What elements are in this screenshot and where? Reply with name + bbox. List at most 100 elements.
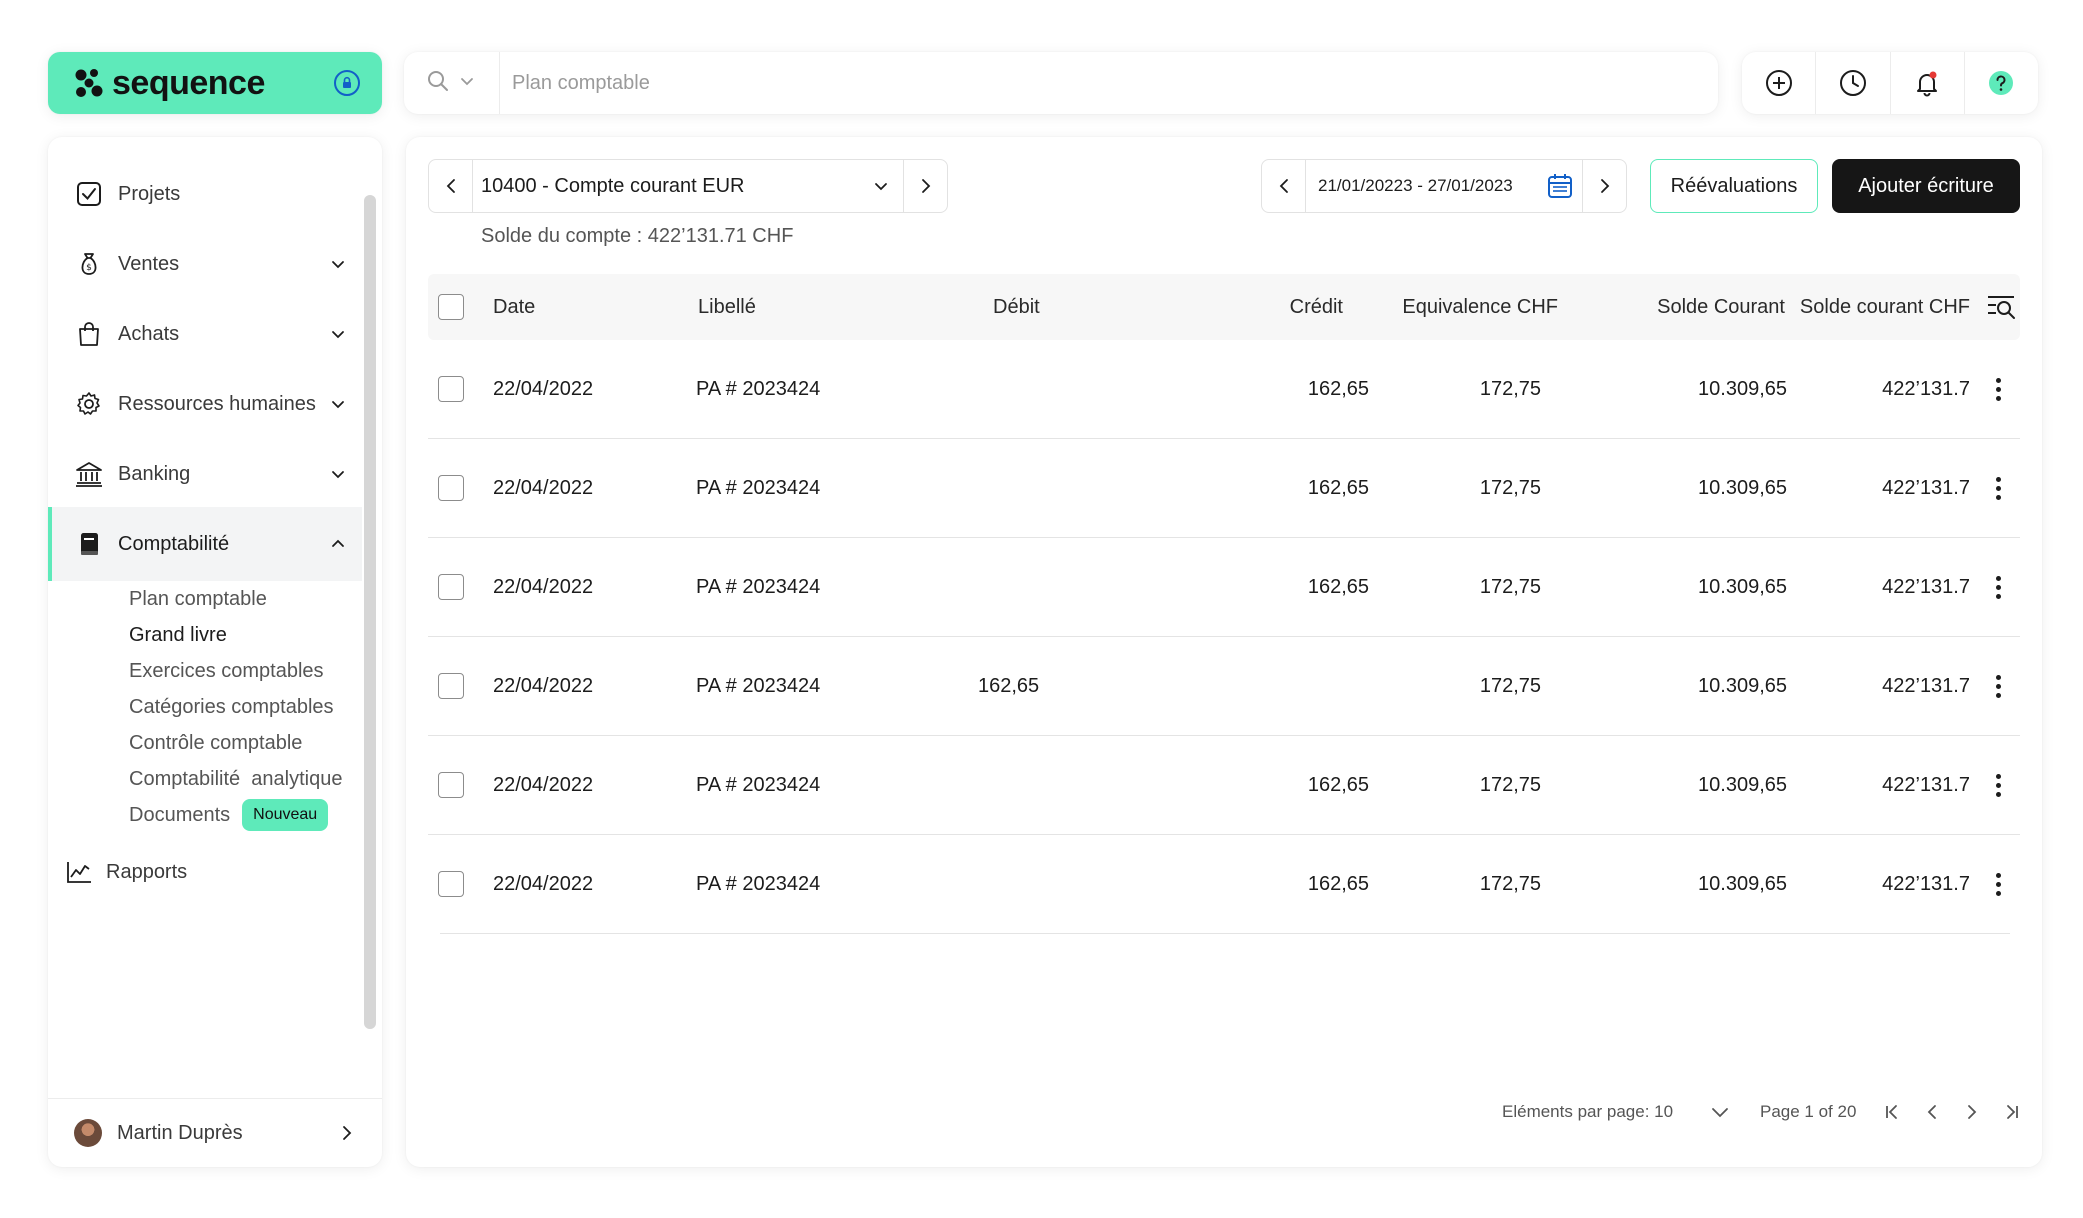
row-menu-icon[interactable] xyxy=(1988,671,2008,701)
last-page-icon[interactable] xyxy=(2000,1097,2024,1127)
table-row[interactable]: 22/04/2022 PA # 2023424 162,65 172,75 10… xyxy=(428,538,2020,637)
svg-text:$: $ xyxy=(86,263,92,273)
cell-equivalence-chf: 172,75 xyxy=(1479,377,1541,400)
table-row[interactable]: 22/04/2022 PA # 2023424 162,65 172,75 10… xyxy=(428,637,2020,736)
row-menu-icon[interactable] xyxy=(1988,770,2008,800)
add-entry-button[interactable]: Ajouter écriture xyxy=(1832,159,2020,213)
sidebar-subitem-comptabilite-analytique[interactable]: Comptabilité analytique xyxy=(129,764,342,794)
sidebar-item-rapports[interactable]: Rapports xyxy=(48,847,362,897)
sidebar-item-label: Rapports xyxy=(106,860,188,883)
cell-equivalence-chf: 172,75 xyxy=(1479,674,1541,697)
date-range-field[interactable]: 21/01/20223 - 27/01/2023 xyxy=(1306,160,1582,212)
user-profile[interactable]: Martin Duprès xyxy=(48,1098,382,1167)
gear-icon xyxy=(74,389,104,419)
chevron-down-icon xyxy=(328,464,348,484)
next-account-button[interactable] xyxy=(903,160,947,212)
account-dropdown[interactable]: 10400 - Compte courant EUR xyxy=(473,160,903,212)
sidebar-item-label: Achats xyxy=(118,322,180,345)
sidebar-subitem-controle-comptable[interactable]: Contrôle comptable xyxy=(129,728,302,758)
history-clock-icon[interactable] xyxy=(1816,52,1891,114)
column-header-debit[interactable]: Débit xyxy=(993,292,1040,322)
account-selector: 10400 - Compte courant EUR xyxy=(428,159,948,213)
column-header-equivalence-chf[interactable]: Equivalence CHF xyxy=(1328,292,1558,322)
column-header-libelle[interactable]: Libellé xyxy=(698,292,756,322)
cell-solde-courant-chf: 422’131.7 xyxy=(1882,773,1970,796)
cell-solde-courant-chf: 422’131.7 xyxy=(1882,377,1970,400)
row-menu-icon[interactable] xyxy=(1988,473,2008,503)
chevron-down-icon xyxy=(460,74,474,93)
help-icon[interactable] xyxy=(1965,52,2038,114)
sidebar-item-banking[interactable]: Banking xyxy=(48,437,362,511)
table-header: Date Libellé Débit Crédit Equivalence CH… xyxy=(428,274,2020,340)
sidebar-item-ressources-humaines[interactable]: Ressources humaines xyxy=(48,367,362,441)
column-header-solde-courant-chf[interactable]: Solde courant CHF xyxy=(1688,292,1970,322)
sidebar-item-comptabilite[interactable]: Comptabilité xyxy=(48,507,362,581)
sidebar-subitem-grand-livre[interactable]: Grand livre xyxy=(129,620,227,650)
sidebar-item-label: Projets xyxy=(118,182,181,205)
shopping-bag-icon xyxy=(74,319,104,349)
sidebar-item-ventes[interactable]: $ Ventes xyxy=(48,227,362,301)
notification-bell-icon[interactable] xyxy=(1891,52,1965,114)
items-per-page-dropdown[interactable] xyxy=(1708,1097,1732,1127)
filter-settings-icon[interactable] xyxy=(1986,292,2018,327)
chevron-right-icon xyxy=(340,1125,354,1141)
sidebar-subitem-categories-comptables[interactable]: Catégories comptables xyxy=(129,692,334,722)
next-period-button[interactable] xyxy=(1582,160,1626,212)
sidebar-item-projets[interactable]: Projets xyxy=(48,157,362,231)
row-menu-icon[interactable] xyxy=(1988,869,2008,899)
cell-date: 22/04/2022 xyxy=(493,872,594,895)
row-checkbox[interactable] xyxy=(438,376,464,402)
row-checkbox[interactable] xyxy=(438,574,464,600)
main-panel: 10400 - Compte courant EUR Solde du comp… xyxy=(406,137,2042,1167)
sidebar-item-achats[interactable]: Achats xyxy=(48,297,362,371)
cell-date: 22/04/2022 xyxy=(493,575,594,598)
search-input[interactable] xyxy=(500,52,1718,114)
cell-solde-courant-chf: 422’131.7 xyxy=(1882,872,1970,895)
cell-equivalence-chf: 172,75 xyxy=(1479,476,1541,499)
cell-date: 22/04/2022 xyxy=(493,476,594,499)
search-scope-selector[interactable] xyxy=(404,52,500,114)
next-page-icon[interactable] xyxy=(1960,1097,1984,1127)
sequence-logo-icon xyxy=(74,68,104,98)
cell-equivalence-chf: 172,75 xyxy=(1479,773,1541,796)
user-name: Martin Duprès xyxy=(117,1121,243,1144)
table-row[interactable]: 22/04/2022 PA # 2023424 162,65 172,75 10… xyxy=(438,835,2010,934)
cell-equivalence-chf: 172,75 xyxy=(1479,575,1541,598)
row-checkbox[interactable] xyxy=(438,772,464,798)
cell-solde-courant-chf: 422’131.7 xyxy=(1882,476,1970,499)
calendar-icon[interactable] xyxy=(1538,172,1582,200)
cell-libelle: PA # 2023424 xyxy=(696,872,821,895)
account-balance: Solde du compte : 422’131.71 CHF xyxy=(481,224,794,247)
first-page-icon[interactable] xyxy=(1880,1097,1904,1127)
row-menu-icon[interactable] xyxy=(1988,374,2008,404)
column-header-date[interactable]: Date xyxy=(493,292,535,322)
row-checkbox[interactable] xyxy=(438,871,464,897)
sidebar-scrollbar-thumb[interactable] xyxy=(364,195,376,1029)
select-all-checkbox[interactable] xyxy=(438,294,464,320)
chevron-down-icon xyxy=(328,324,348,344)
account-value: 10400 - Compte courant EUR xyxy=(481,174,745,197)
table-row[interactable]: 22/04/2022 PA # 2023424 162,65 172,75 10… xyxy=(428,439,2020,538)
date-range-selector: 21/01/20223 - 27/01/2023 xyxy=(1261,159,1627,213)
sidebar-subitem-documents[interactable]: Documents Nouveau xyxy=(129,799,329,831)
sidebar-item-label: Comptabilité xyxy=(118,532,230,555)
row-checkbox[interactable] xyxy=(438,475,464,501)
row-menu-icon[interactable] xyxy=(1988,572,2008,602)
previous-period-button[interactable] xyxy=(1262,160,1306,212)
cell-date: 22/04/2022 xyxy=(493,674,594,697)
table-row[interactable]: 22/04/2022 PA # 2023424 162,65 172,75 10… xyxy=(428,340,2020,439)
table-row[interactable]: 22/04/2022 PA # 2023424 162,65 172,75 10… xyxy=(428,736,2020,835)
row-checkbox[interactable] xyxy=(438,673,464,699)
revaluations-button[interactable]: Réévaluations xyxy=(1650,159,1818,213)
global-search xyxy=(404,52,1718,114)
cell-libelle: PA # 2023424 xyxy=(696,575,821,598)
lock-icon[interactable] xyxy=(334,70,360,96)
sidebar-subitem-plan-comptable[interactable]: Plan comptable xyxy=(129,584,267,614)
sidebar-subitem-exercices-comptables[interactable]: Exercices comptables xyxy=(129,656,324,686)
page-info: Page 1 of 20 xyxy=(1760,1102,1857,1121)
previous-account-button[interactable] xyxy=(429,160,473,212)
add-icon[interactable] xyxy=(1742,52,1817,114)
column-header-credit[interactable]: Crédit xyxy=(1128,292,1343,322)
previous-page-icon[interactable] xyxy=(1920,1097,1944,1127)
brand-logo[interactable]: sequence xyxy=(48,52,382,114)
